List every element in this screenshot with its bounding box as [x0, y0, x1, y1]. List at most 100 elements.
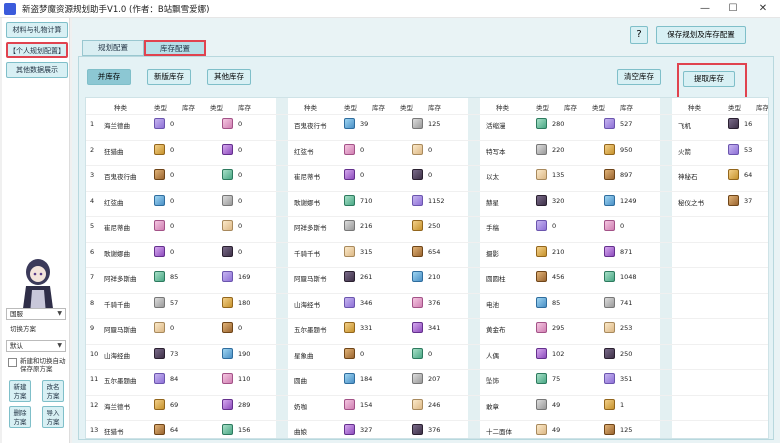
stock-value: 180 — [238, 298, 251, 307]
delete-scheme-button[interactable]: 删除 方案 — [9, 406, 31, 428]
rename-scheme-button[interactable]: 改名 方案 — [42, 380, 64, 402]
item-type-icon — [604, 424, 615, 435]
header-type: 类型 — [400, 104, 413, 112]
stock-value: 950 — [620, 145, 633, 154]
item-type-icon — [154, 398, 165, 410]
item-name: 狂猎书 — [104, 428, 124, 436]
item-name: 狂猎曲 — [104, 147, 124, 156]
stock-value: 253 — [620, 324, 633, 332]
clear-inventory-button[interactable]: 清空库存 — [617, 69, 661, 85]
stock-value: 84 — [170, 375, 179, 383]
stock-value: 341 — [428, 324, 441, 332]
header-kind: 种类 — [688, 104, 701, 112]
header-stock: 库存 — [238, 104, 251, 112]
stock-value: 0 — [238, 145, 243, 154]
item-name: 赫星 — [486, 198, 499, 207]
stock-value: 0 — [360, 145, 365, 154]
stock-value: 1 — [620, 400, 625, 409]
window-title: 新盗梦魔资源规划助手V1.0 (作者：B站飘雪爱娜) — [22, 5, 210, 15]
item-type-icon — [412, 373, 423, 384]
item-type-icon — [728, 169, 739, 180]
other-inventory-button[interactable]: 其他库存 — [207, 69, 251, 85]
item-type-icon — [728, 143, 739, 155]
item-name: 红弦曲 — [104, 198, 124, 207]
item-type-icon — [536, 118, 547, 129]
item-name: 阿蜃马斯曲 — [104, 326, 137, 334]
item-type-icon — [222, 322, 233, 333]
new-inventory-button[interactable]: 新版库存 — [147, 69, 191, 85]
header-stock: 库存 — [428, 104, 441, 112]
personal-plan-config-button[interactable]: 【个人规划配置】 — [6, 42, 68, 58]
auto-save-label: 新建和切换自动保存原方案 — [20, 357, 66, 373]
save-config-button[interactable]: 保存规划及库存配置 — [656, 26, 746, 44]
item-name: 千骑千曲 — [104, 300, 130, 309]
header-kind: 种类 — [114, 104, 127, 112]
item-name: 活缩漫 — [486, 122, 506, 130]
item-type-icon — [222, 169, 233, 180]
region-select[interactable]: 国服 ▼ — [6, 308, 66, 320]
stock-value: 0 — [360, 349, 365, 358]
stock-value: 261 — [360, 273, 373, 281]
item-type-icon — [604, 271, 615, 282]
stock-value: 0 — [428, 349, 433, 358]
stock-value: 0 — [170, 145, 175, 154]
item-type-icon — [728, 194, 739, 206]
chevron-down-icon: ▼ — [57, 342, 62, 349]
merge-inventory-button[interactable]: 并库存 — [87, 69, 131, 85]
new-scheme-button[interactable]: 新建 方案 — [9, 380, 31, 402]
stock-value: 871 — [620, 247, 633, 256]
item-name: 圆圆柱 — [486, 275, 506, 283]
header-type: 类型 — [154, 104, 167, 112]
item-type-icon — [412, 398, 423, 410]
item-type-icon — [154, 271, 165, 282]
item-type-icon — [412, 118, 423, 129]
item-type-icon — [604, 322, 615, 333]
stock-value: 16 — [744, 120, 753, 128]
item-type-icon — [536, 245, 547, 257]
stock-value: 250 — [620, 349, 633, 358]
stock-value: 135 — [552, 171, 565, 179]
stock-value: 184 — [360, 375, 373, 383]
scheme-select[interactable]: 默认 ▼ — [6, 340, 66, 352]
minimize-button[interactable]: — — [690, 0, 720, 18]
item-type-icon — [536, 347, 547, 359]
item-type-icon — [344, 347, 355, 359]
stock-value: 73 — [170, 349, 179, 358]
stock-value: 0 — [620, 222, 625, 230]
import-scheme-button[interactable]: 导入 方案 — [42, 406, 64, 428]
item-type-icon — [728, 118, 739, 129]
tab-inventory-config[interactable]: 库存配置 — [144, 40, 206, 56]
maximize-button[interactable]: ☐ — [718, 0, 748, 18]
item-type-icon — [536, 220, 547, 231]
stock-value: 216 — [360, 222, 373, 230]
item-type-icon — [222, 194, 233, 206]
stock-value: 102 — [552, 349, 565, 358]
tab-plan-config[interactable]: 规划配置 — [82, 40, 144, 56]
header-kind: 种类 — [496, 104, 509, 112]
stock-value: 49 — [552, 400, 561, 409]
stock-value: 0 — [428, 171, 433, 179]
item-type-icon — [604, 373, 615, 384]
material-gift-calc-button[interactable]: 材料与礼物计算 — [6, 22, 68, 38]
stock-value: 190 — [238, 349, 251, 358]
item-name: 海兰德书 — [104, 402, 130, 411]
row-line — [86, 165, 768, 166]
item-type-icon — [154, 245, 165, 257]
item-name: 红弦书 — [294, 147, 314, 156]
item-type-icon — [412, 424, 423, 435]
item-type-icon — [344, 194, 355, 206]
item-type-icon — [344, 220, 355, 231]
header-stock: 库存 — [620, 104, 633, 112]
other-data-button[interactable]: 其他数据展示 — [6, 62, 68, 78]
item-type-icon — [154, 296, 165, 308]
extract-inventory-button[interactable]: 提取库存 — [683, 71, 735, 87]
item-type-icon — [412, 347, 423, 359]
item-name: 阿祥多斯书 — [294, 224, 327, 232]
help-button[interactable]: ? — [630, 26, 648, 44]
item-name: 阿祥多斯曲 — [104, 275, 137, 283]
close-button[interactable]: ✕ — [748, 0, 778, 18]
stock-value: 0 — [170, 196, 175, 205]
auto-save-checkbox[interactable] — [8, 358, 17, 367]
item-type-icon — [536, 398, 547, 410]
header-type: 类型 — [592, 104, 605, 112]
